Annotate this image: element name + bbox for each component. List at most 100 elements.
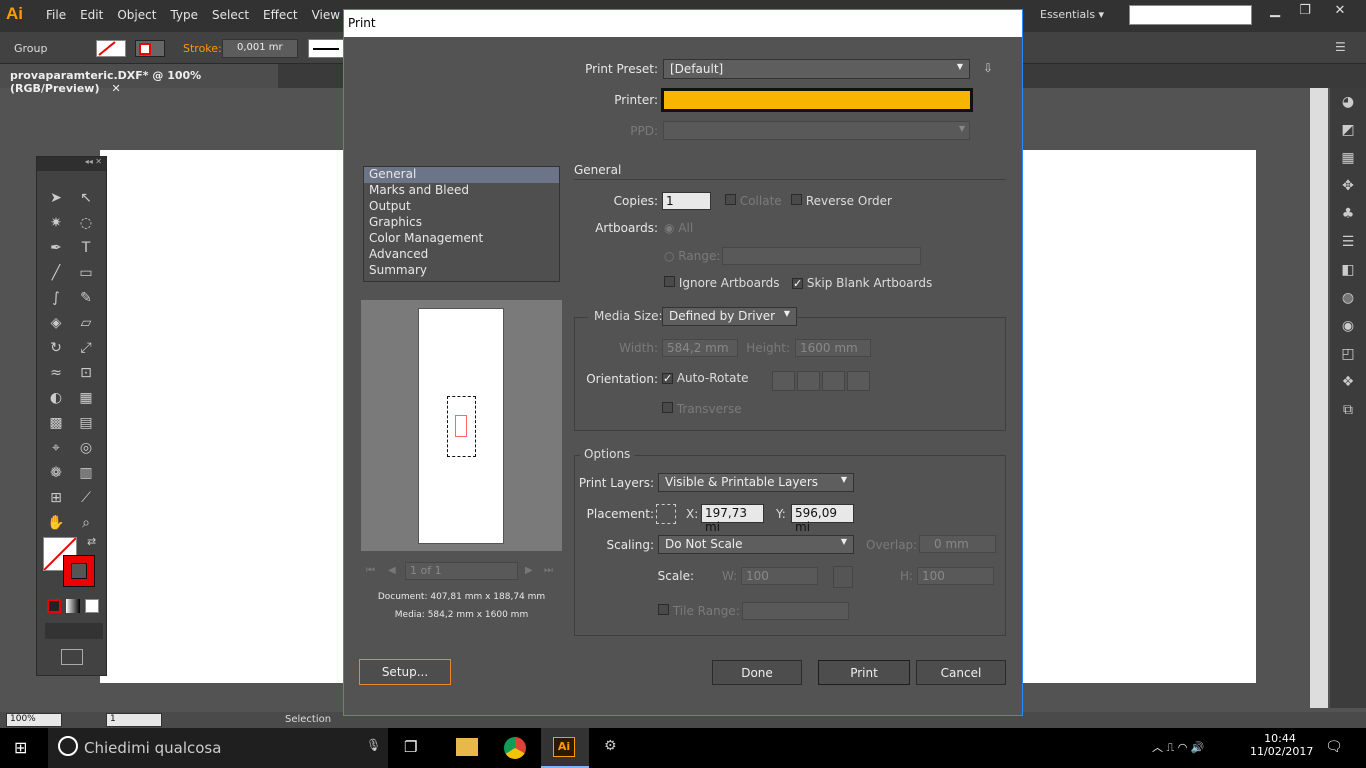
none-mode-icon[interactable]	[85, 599, 99, 613]
menu-type[interactable]: Type	[170, 8, 204, 22]
help-search-input[interactable]	[1129, 5, 1252, 25]
width-input[interactable]: 584,2 mm	[662, 339, 738, 357]
graphic-styles-icon[interactable]: ◰	[1330, 340, 1366, 368]
chrome-icon[interactable]	[504, 737, 526, 759]
save-preset-icon[interactable]: ⇩	[983, 61, 993, 75]
reverse-order-checkbox[interactable]: Reverse Order	[791, 194, 892, 208]
task-view-icon[interactable]: ❐	[404, 738, 417, 756]
width-tool-icon[interactable]: ≈	[45, 362, 67, 384]
menu-view[interactable]: View	[312, 8, 346, 22]
shape-builder-icon[interactable]: ◐	[45, 387, 67, 409]
page-navigator[interactable]: 1 of 1	[405, 562, 518, 580]
type-tool-icon[interactable]: T	[75, 237, 97, 259]
slice-tool-icon[interactable]: ⟋	[75, 487, 97, 509]
gradient-panel-icon[interactable]: ◧	[1330, 256, 1366, 284]
document-tab[interactable]: provaparamteric.DXF* @ 100% (RGB/Preview…	[0, 64, 278, 95]
previous-page-icon[interactable]: ◀	[388, 565, 396, 576]
stroke-profile-dropdown[interactable]	[308, 39, 344, 58]
hand-tool-icon[interactable]: ✋	[45, 512, 67, 534]
copies-input[interactable]: 1	[662, 192, 711, 210]
blend-tool-icon[interactable]: ◎	[75, 437, 97, 459]
last-page-icon[interactable]: ⏭	[544, 565, 553, 576]
mesh-tool-icon[interactable]: ▩	[45, 412, 67, 434]
fill-swatch[interactable]	[96, 40, 126, 57]
transverse-checkbox[interactable]: Transverse	[662, 402, 742, 416]
color-guide-icon[interactable]: ◩	[1330, 116, 1366, 144]
section-summary[interactable]: Summary	[364, 263, 559, 279]
height-input[interactable]: 1600 mm	[795, 339, 871, 357]
appearance-panel-icon[interactable]: ◉	[1330, 312, 1366, 340]
line-tool-icon[interactable]: ╱	[45, 262, 67, 284]
tile-range-checkbox[interactable]: Tile Range:	[658, 604, 740, 618]
blob-brush-icon[interactable]: ◈	[45, 312, 67, 334]
microphone-icon[interactable]: 🎙	[366, 738, 381, 752]
restore-icon[interactable]: ❐	[1290, 3, 1320, 23]
menu-select[interactable]: Select	[212, 8, 255, 22]
menu-edit[interactable]: Edit	[80, 8, 109, 22]
swatches-panel-icon[interactable]: ▦	[1330, 144, 1366, 172]
range-radio[interactable]: ○ Range:	[664, 249, 720, 263]
media-size-dropdown[interactable]: Defined by Driver ▼	[662, 307, 797, 326]
skip-blank-artboards-checkbox[interactable]: ✓ Skip Blank Artboards	[792, 276, 932, 290]
cortana-search[interactable]: Chiedimi qualcosa 🎙	[48, 728, 388, 768]
minimize-icon[interactable]: ▁	[1260, 3, 1290, 23]
print-button[interactable]: Print	[818, 660, 910, 685]
flipped-portrait-icon[interactable]	[822, 371, 845, 391]
symbols-panel-icon[interactable]: ♣	[1330, 200, 1366, 228]
auto-rotate-checkbox[interactable]: ✓ Auto-Rotate	[662, 371, 749, 385]
workspace-switcher[interactable]: Essentials ▾	[1040, 8, 1104, 21]
pen-tool-icon[interactable]: ✒	[45, 237, 67, 259]
menu-file[interactable]: File	[46, 8, 72, 22]
flipped-landscape-icon[interactable]	[847, 371, 870, 391]
paintbrush-icon[interactable]: ∫	[45, 287, 67, 309]
scale-width-input[interactable]: 100	[741, 567, 818, 585]
scale-tool-icon[interactable]: ⤢	[75, 337, 97, 359]
app-icon[interactable]: ⚙	[604, 738, 617, 754]
section-general[interactable]: General	[364, 167, 559, 183]
tray-icons[interactable]: ︿ ⎍ ◠ 🔊	[1152, 739, 1204, 755]
gradient-mode-icon[interactable]	[66, 599, 80, 613]
overlap-input[interactable]: 0 mm	[919, 535, 996, 553]
free-transform-icon[interactable]: ⊡	[75, 362, 97, 384]
color-panel-icon[interactable]: ◕	[1330, 88, 1366, 116]
eraser-icon[interactable]: ▱	[75, 312, 97, 334]
artboard-tool-icon[interactable]: ⊞	[45, 487, 67, 509]
brushes-panel-icon[interactable]: ✥	[1330, 172, 1366, 200]
stroke-weight-input[interactable]: 0,001 mr	[222, 39, 298, 58]
rotate-tool-icon[interactable]: ↻	[45, 337, 67, 359]
setup-button[interactable]: Setup...	[359, 659, 451, 685]
stroke-color-box[interactable]	[63, 555, 95, 587]
print-preview[interactable]	[361, 300, 562, 551]
range-input[interactable]	[722, 247, 921, 265]
placement-grid-icon[interactable]	[656, 504, 676, 524]
menu-object[interactable]: Object	[117, 8, 162, 22]
screen-mode-icon[interactable]	[61, 649, 83, 665]
tile-range-input[interactable]	[742, 602, 849, 620]
artboard-number-field[interactable]: 1	[106, 713, 162, 727]
menu-effect[interactable]: Effect	[263, 8, 304, 22]
rectangle-tool-icon[interactable]: ▭	[75, 262, 97, 284]
gradient-tool-icon[interactable]: ▤	[75, 412, 97, 434]
print-layers-dropdown[interactable]: Visible & Printable Layers ▼	[658, 473, 854, 492]
section-graphics[interactable]: Graphics	[364, 215, 559, 231]
selection-tool-icon[interactable]: ➤	[45, 187, 67, 209]
collate-checkbox[interactable]: Collate	[725, 194, 782, 208]
done-button[interactable]: Done	[712, 660, 802, 685]
all-artboards-radio[interactable]: ◉ All	[664, 221, 693, 235]
ignore-artboards-checkbox[interactable]: Ignore Artboards	[664, 276, 780, 290]
perspective-grid-icon[interactable]: ▦	[75, 387, 97, 409]
windows-start-icon[interactable]: ⊞	[14, 738, 27, 757]
zoom-tool-icon[interactable]: ⌕	[75, 512, 97, 534]
draw-mode-buttons[interactable]	[45, 623, 103, 639]
section-color-management[interactable]: Color Management	[364, 231, 559, 247]
section-marks-and-bleed[interactable]: Marks and Bleed	[364, 183, 559, 199]
swap-colors-icon[interactable]: ⇄	[87, 535, 96, 548]
lasso-icon[interactable]: ◌	[75, 212, 97, 234]
section-advanced[interactable]: Advanced	[364, 247, 559, 263]
placement-y-input[interactable]: 596,09 mi	[791, 504, 854, 534]
landscape-icon[interactable]	[797, 371, 820, 391]
stroke-label[interactable]: Stroke:	[183, 42, 222, 55]
artboards-panel-icon[interactable]: ⧉	[1330, 396, 1366, 424]
direct-selection-tool-icon[interactable]: ↖	[75, 187, 97, 209]
printer-dropdown[interactable]	[661, 88, 973, 112]
